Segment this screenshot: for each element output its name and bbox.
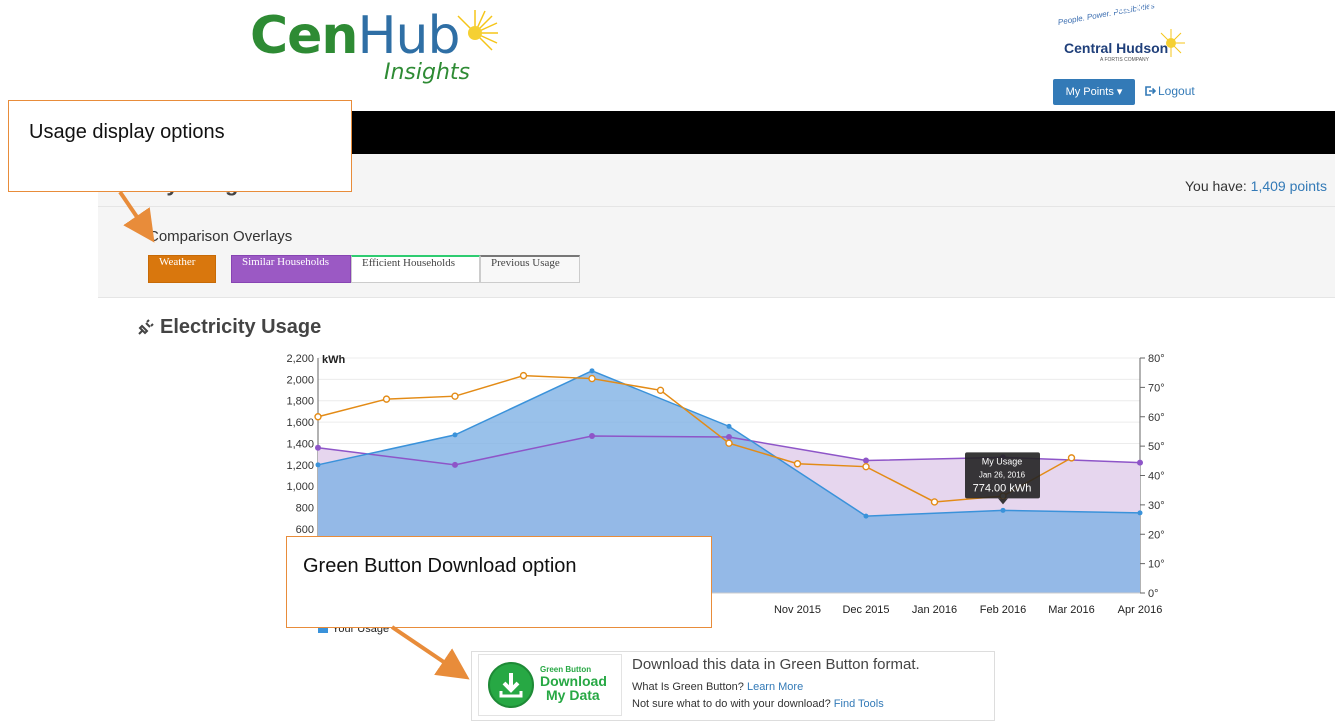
electricity-usage-title: Electricity Usage (160, 316, 322, 338)
efficient-households-button[interactable]: Efficient Households (351, 255, 480, 283)
logo-hub: Hub (357, 6, 460, 66)
electricity-usage-heading: Electricity Usage (136, 316, 321, 339)
not-sure-text: Not sure what to do with your download? (632, 698, 831, 710)
usage-point (863, 513, 869, 519)
y2-tick-label: 20° (1148, 529, 1165, 541)
sun-icon (457, 10, 498, 51)
x-tick-label: Mar 2016 (1048, 604, 1094, 616)
temperature-point (314, 413, 322, 421)
usage-point (589, 368, 595, 374)
temperature-point (725, 439, 733, 447)
green-button-title: Download this data in Green Button forma… (632, 656, 920, 673)
y-tick-label: 800 (296, 503, 314, 515)
y2-tick-label: 40° (1148, 471, 1165, 483)
temperature-point (382, 395, 391, 403)
temperature-point (793, 460, 802, 468)
nav-energy-choice[interactable]: Energy Choice (962, 0, 1053, 43)
logout-icon (1145, 86, 1156, 96)
temperature-point (656, 386, 665, 395)
similar-households-button[interactable]: Similar Households (231, 255, 351, 283)
x-tick-label: Apr 2016 (1118, 604, 1163, 616)
usage-point (1000, 507, 1006, 513)
similar-point (1137, 459, 1143, 466)
points-balance: You have: 1,409 points (1185, 178, 1327, 194)
y-tick-label: 1,200 (286, 460, 314, 472)
points-prefix: You have: (1185, 178, 1251, 194)
points-value-link[interactable]: 1,409 points (1251, 178, 1327, 194)
y2-tick-label: 10° (1148, 559, 1165, 571)
usage-point (452, 432, 458, 438)
y-tick-label: 2,000 (286, 374, 314, 386)
previous-usage-button[interactable]: Previous Usage (480, 255, 580, 283)
my-points-button[interactable]: My Points ▾ (1053, 79, 1135, 105)
usage-point (1137, 510, 1143, 516)
usage-point (726, 423, 732, 429)
tooltip-line1: My Usage (982, 456, 1023, 466)
x-tick-label: Jan 2016 (912, 604, 957, 616)
y2-tick-label: 0° (1148, 588, 1159, 600)
find-tools-link[interactable]: Find Tools (834, 698, 884, 710)
not-sure-line: Not sure what to do with your download? … (632, 698, 884, 710)
y2-tick-label: 80° (1148, 353, 1165, 365)
temperature-point (1067, 454, 1076, 462)
x-tick-label: Dec 2015 (842, 604, 889, 616)
green-button-callout: Green Button Download option (286, 536, 712, 628)
nav-storms-outages[interactable]: Storms & Outages (1087, 0, 1200, 43)
y-tick-label: 2,200 (286, 353, 314, 365)
y2-tick-label: 60° (1148, 412, 1165, 424)
what-is-green-button: What Is Green Button? Learn More (632, 681, 803, 693)
temperature-point (451, 392, 459, 400)
tooltip-line3: 774.00 kWh (973, 482, 1032, 494)
similar-point (863, 457, 869, 464)
x-tick-label: Nov 2015 (774, 604, 821, 616)
y2-tick-label: 50° (1148, 441, 1165, 453)
comparison-overlays-panel (98, 207, 1335, 298)
temperature-point (519, 371, 528, 380)
usage-options-callout: Usage display options (8, 100, 352, 192)
plug-icon (138, 318, 154, 335)
temperature-point (930, 498, 939, 506)
logo-cen: Cen (250, 6, 358, 66)
nav-cenhub-insights[interactable]: CenHub Insights (704, 0, 807, 43)
x-tick-label: Feb 2016 (980, 604, 1026, 616)
green-button-download-button[interactable]: Green Button Download My Data (478, 654, 622, 716)
y-tick-label: 1,000 (286, 481, 314, 493)
learn-more-link[interactable]: Learn More (747, 681, 803, 693)
logout-label: Logout (1158, 84, 1195, 98)
similar-point (315, 444, 321, 451)
gb-logo-line3: My Data (546, 687, 600, 703)
temperature-point (862, 462, 870, 471)
similar-point (452, 461, 458, 468)
y-tick-label: 600 (296, 524, 314, 536)
nav-self-service[interactable]: Self-Service (595, 0, 669, 43)
nav-cenhub-store[interactable]: CenHub Store (843, 0, 930, 43)
y-tick-label: 1,400 (286, 438, 314, 450)
logout-link[interactable]: Logout (1144, 84, 1195, 98)
usage-options-callout-text: Usage display options (29, 121, 225, 143)
temperature-point (588, 374, 596, 383)
y2-tick-label: 70° (1148, 382, 1165, 394)
y2-tick-label: 30° (1148, 500, 1165, 512)
usage-point (315, 462, 321, 468)
what-is-text: What Is Green Button? (632, 681, 744, 693)
green-button-callout-text: Green Button Download option (303, 555, 577, 577)
tooltip-line2: Jan 26, 2016 (979, 470, 1026, 479)
cenhub-logo[interactable]: CenHub Insights (250, 8, 500, 88)
similar-point (726, 434, 732, 441)
comparison-overlays-title: Comparison Overlays (148, 228, 293, 245)
y-tick-label: 1,800 (286, 396, 314, 408)
y-axis-label: kWh (322, 354, 346, 366)
y-tick-label: 1,600 (286, 417, 314, 429)
download-icon (488, 662, 534, 708)
logo-subtitle: Insights (384, 60, 471, 85)
weather-overlay-button[interactable]: Weather (148, 255, 216, 283)
gb-logo-line2: Download (540, 673, 607, 689)
logo-title: CenHub (250, 6, 461, 66)
brand-subtitle: A FORTIS COMPANY (1100, 57, 1149, 63)
similar-point (589, 432, 595, 439)
